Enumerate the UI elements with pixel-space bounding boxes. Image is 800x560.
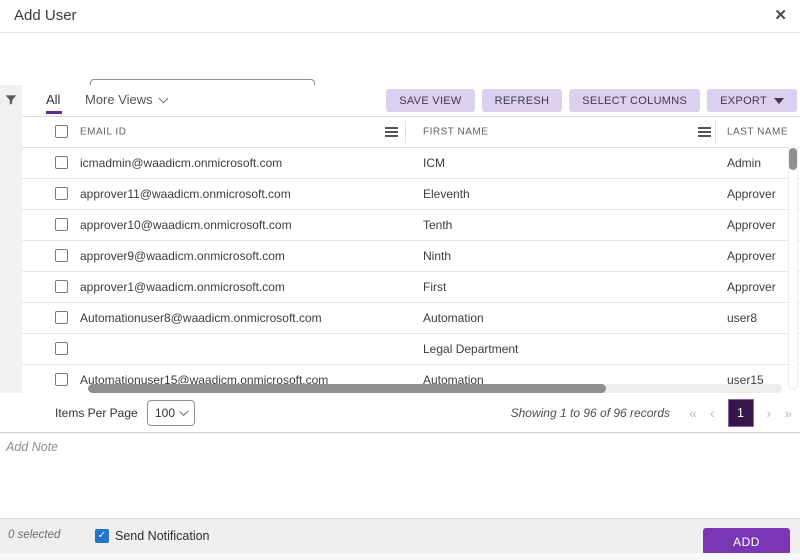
page-title: Add User xyxy=(14,7,77,24)
table-row[interactable]: approver9@waadicm.onmicrosoft.com Ninth … xyxy=(22,241,800,272)
add-user-dialog: Add User ✕ *SELECT ROLE Select Role All … xyxy=(0,0,800,560)
cell-email: approver10@waadicm.onmicrosoft.com xyxy=(80,218,292,232)
cell-last-name: Approver xyxy=(727,187,776,201)
cell-first-name: Eleventh xyxy=(423,187,470,201)
filter-icon[interactable] xyxy=(4,93,18,112)
column-header-first-name[interactable]: FIRST NAME xyxy=(423,127,488,138)
pagination: Showing 1 to 96 of 96 records « ‹ 1 › » xyxy=(511,393,792,433)
close-icon[interactable]: ✕ xyxy=(774,6,787,26)
table-row[interactable]: Automationuser8@waadicm.onmicrosoft.com … xyxy=(22,303,800,334)
toolbar-buttons: SAVE VIEW REFRESH SELECT COLUMNS EXPORT xyxy=(386,89,797,112)
items-per-page-dropdown[interactable]: 100 xyxy=(147,400,195,426)
chevron-down-icon xyxy=(158,93,169,103)
cell-first-name: First xyxy=(423,280,447,294)
vertical-scrollbar[interactable] xyxy=(788,145,798,390)
export-button[interactable]: EXPORT xyxy=(707,89,797,112)
table-footer: Items Per Page 100 Showing 1 to 96 of 96… xyxy=(0,393,800,433)
last-page-button[interactable]: » xyxy=(784,406,792,420)
row-checkbox[interactable] xyxy=(55,249,68,262)
selected-count: 0 selected xyxy=(8,529,61,541)
vertical-scrollbar-thumb[interactable] xyxy=(789,148,797,170)
cell-email: Automationuser8@waadicm.onmicrosoft.com xyxy=(80,311,322,325)
cell-first-name: Ninth xyxy=(423,249,452,263)
previous-page-button[interactable]: ‹ xyxy=(710,406,715,420)
column-menu-icon[interactable] xyxy=(385,127,398,137)
cell-email: icmadmin@waadicm.onmicrosoft.com xyxy=(80,156,283,170)
first-page-button[interactable]: « xyxy=(689,406,697,420)
cell-email: approver1@waadicm.onmicrosoft.com xyxy=(80,280,285,294)
select-role-row: *SELECT ROLE Select Role xyxy=(0,33,800,107)
column-divider xyxy=(715,121,716,143)
cell-first-name: ICM xyxy=(423,156,445,170)
cell-first-name: Automation xyxy=(423,311,484,325)
row-checkbox[interactable] xyxy=(55,280,68,293)
send-notification-label: Send Notification xyxy=(115,529,210,543)
column-header-last-name[interactable]: LAST NAME xyxy=(727,127,788,138)
table-row[interactable]: approver10@waadicm.onmicrosoft.com Tenth… xyxy=(22,210,800,241)
table-row[interactable]: icmadmin@waadicm.onmicrosoft.com ICM Adm… xyxy=(22,148,800,179)
select-all-checkbox[interactable] xyxy=(55,125,68,138)
note-placeholder: Add Note xyxy=(6,440,59,454)
column-header-email[interactable]: EMAIL ID xyxy=(80,127,126,138)
column-divider xyxy=(405,121,406,143)
table-row[interactable]: approver11@waadicm.onmicrosoft.com Eleve… xyxy=(22,179,800,210)
add-button[interactable]: ADD xyxy=(703,528,790,555)
send-notification-checkbox[interactable]: ✓ xyxy=(95,529,109,543)
select-columns-button[interactable]: SELECT COLUMNS xyxy=(569,89,701,112)
column-menu-icon[interactable] xyxy=(698,127,711,137)
note-textarea[interactable]: Add Note xyxy=(0,433,800,518)
items-per-page-label: Items Per Page xyxy=(55,406,138,420)
cell-last-name: Approver xyxy=(727,218,776,232)
cell-first-name: Legal Department xyxy=(423,342,519,356)
cell-last-name: Approver xyxy=(727,249,776,263)
cell-email: approver11@waadicm.onmicrosoft.com xyxy=(80,187,291,201)
cell-last-name: Approver xyxy=(727,280,776,294)
tab-more-views[interactable]: More Views xyxy=(85,92,169,107)
refresh-button[interactable]: REFRESH xyxy=(481,89,563,112)
table-header: EMAIL ID FIRST NAME LAST NAME xyxy=(22,117,800,148)
row-checkbox[interactable] xyxy=(55,187,68,200)
cell-last-name: user8 xyxy=(727,311,758,325)
chevron-down-icon xyxy=(179,406,189,417)
current-page-button[interactable]: 1 xyxy=(727,399,754,427)
showing-records-text: Showing 1 to 96 of 96 records xyxy=(510,406,671,420)
table-row[interactable]: Legal Department xyxy=(22,334,800,365)
table-body: icmadmin@waadicm.onmicrosoft.com ICM Adm… xyxy=(22,148,800,393)
cell-last-name: Admin xyxy=(727,156,762,170)
horizontal-scrollbar-thumb[interactable] xyxy=(88,384,606,393)
table-row[interactable]: approver1@waadicm.onmicrosoft.com First … xyxy=(22,272,800,303)
items-per-page-value: 100 xyxy=(155,406,176,420)
row-checkbox[interactable] xyxy=(55,311,68,324)
row-checkbox[interactable] xyxy=(55,218,68,231)
filter-strip xyxy=(0,85,22,433)
caret-down-icon xyxy=(774,97,784,104)
bottom-strip xyxy=(0,553,800,560)
cell-first-name: Tenth xyxy=(423,218,453,232)
cell-email: approver9@waadicm.onmicrosoft.com xyxy=(80,249,285,263)
grid-toolbar: All More Views SAVE VIEW REFRESH SELECT … xyxy=(22,85,800,117)
tab-all[interactable]: All xyxy=(46,92,63,114)
save-view-button[interactable]: SAVE VIEW xyxy=(386,89,475,112)
next-page-button[interactable]: › xyxy=(767,406,772,420)
row-checkbox[interactable] xyxy=(55,156,68,169)
row-checkbox[interactable] xyxy=(55,373,68,386)
footer-bar: 0 selected ✓ Send Notification ADD xyxy=(0,518,800,555)
dialog-header: Add User ✕ xyxy=(0,0,800,33)
row-checkbox[interactable] xyxy=(55,342,68,355)
horizontal-scrollbar[interactable] xyxy=(88,384,782,393)
user-grid-section: All More Views SAVE VIEW REFRESH SELECT … xyxy=(0,85,800,433)
